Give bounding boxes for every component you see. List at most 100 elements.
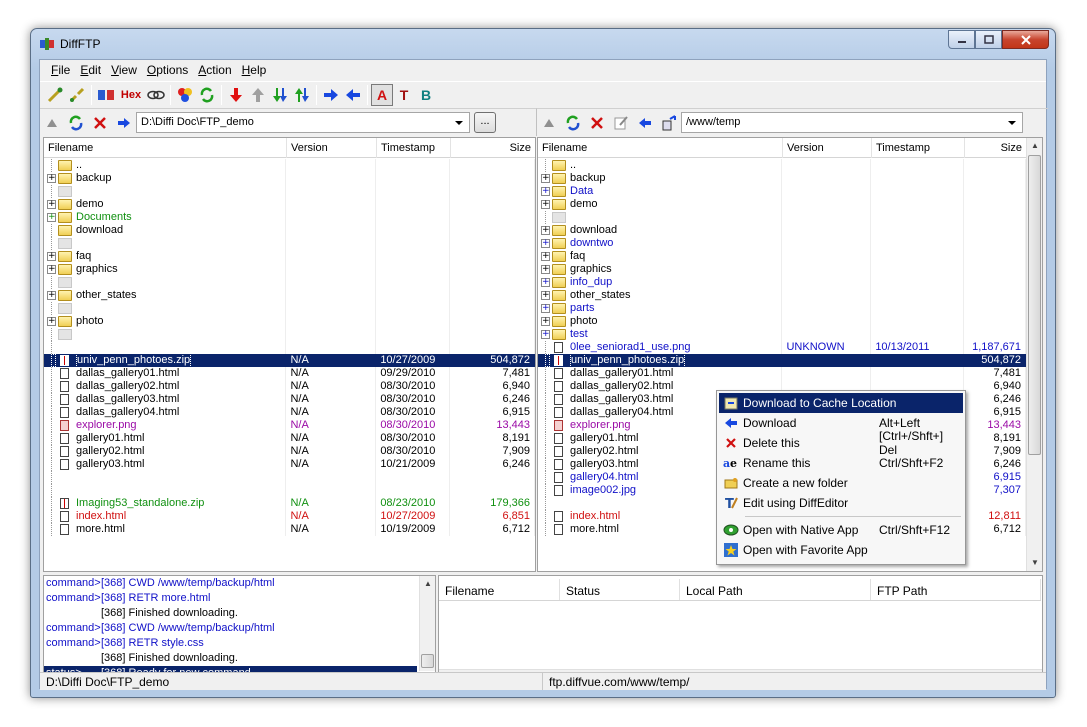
- remote-up-button[interactable]: [537, 112, 561, 134]
- local-refresh-button[interactable]: [64, 112, 88, 134]
- file-row[interactable]: gallery02.html N/A 08/30/2010 7,909: [44, 445, 535, 458]
- file-row[interactable]: dallas_gallery02.html N/A 08/30/2010 6,940: [44, 380, 535, 393]
- scroll-thumb[interactable]: [421, 654, 434, 668]
- expand-toggle-icon[interactable]: +: [541, 330, 550, 339]
- file-row[interactable]: + photo: [44, 315, 535, 328]
- file-row[interactable]: [538, 211, 1027, 224]
- scroll-thumb[interactable]: [1028, 155, 1041, 455]
- file-row[interactable]: + photo: [538, 315, 1027, 328]
- chevron-down-icon[interactable]: [455, 121, 463, 125]
- expand-toggle-icon[interactable]: +: [541, 226, 550, 235]
- remote-edit-button[interactable]: [609, 112, 633, 134]
- expand-toggle-icon[interactable]: +: [541, 252, 550, 261]
- binary-compare-button[interactable]: [145, 84, 167, 106]
- file-row[interactable]: + graphics: [538, 263, 1027, 276]
- file-row[interactable]: dallas_gallery03.html N/A 08/30/2010 6,246: [44, 393, 535, 406]
- local-go-button[interactable]: [112, 112, 136, 134]
- binary-mode-button[interactable]: B: [415, 84, 437, 106]
- file-row[interactable]: gallery03.html N/A 10/21/2009 6,246: [44, 458, 535, 471]
- command-log[interactable]: ▲ command>[368] CWD /www/temp/backup/htm…: [43, 575, 436, 687]
- menu-view[interactable]: View: [106, 60, 142, 80]
- file-row[interactable]: + backup: [44, 172, 535, 185]
- local-path-combo[interactable]: D:\Diffi Doc\FTP_demo: [136, 112, 470, 133]
- title-bar[interactable]: DiffFTP: [31, 29, 1055, 59]
- context-menu-item-open-with-native-app[interactable]: Open with Native App Ctrl/Shft+F12: [719, 520, 963, 540]
- copy-right-button[interactable]: [320, 84, 342, 106]
- maximize-button[interactable]: [975, 30, 1002, 49]
- file-row[interactable]: index.html N/A 10/27/2009 6,851: [44, 510, 535, 523]
- file-row[interactable]: + other_states: [538, 289, 1027, 302]
- color-options-button[interactable]: [174, 84, 196, 106]
- file-row[interactable]: + demo: [538, 198, 1027, 211]
- remote-stop-button[interactable]: [585, 112, 609, 134]
- expand-toggle-icon[interactable]: +: [47, 252, 56, 261]
- file-row[interactable]: [44, 302, 535, 315]
- file-row[interactable]: [44, 341, 535, 354]
- file-row[interactable]: [44, 471, 535, 484]
- file-row[interactable]: download: [44, 224, 535, 237]
- queue-col-ftp-path[interactable]: FTP Path: [871, 579, 1041, 600]
- context-menu-item-open-with-favorite-app[interactable]: Open with Favorite App: [719, 540, 963, 560]
- file-row[interactable]: explorer.png N/A 08/30/2010 13,443: [44, 419, 535, 432]
- file-row[interactable]: + Documents: [44, 211, 535, 224]
- file-row[interactable]: + downtwo: [538, 237, 1027, 250]
- connect-button[interactable]: [44, 84, 66, 106]
- browse-button[interactable]: ...: [474, 112, 496, 133]
- prev-change-button[interactable]: [291, 84, 313, 106]
- ascii-mode-button[interactable]: A: [371, 83, 393, 106]
- refresh-button[interactable]: [196, 84, 218, 106]
- col-filename[interactable]: Filename: [538, 138, 783, 158]
- transfer-queue[interactable]: Filename Status Local Path FTP Path ◀ II…: [438, 575, 1043, 687]
- expand-toggle-icon[interactable]: +: [47, 291, 56, 300]
- menu-edit[interactable]: Edit: [75, 60, 106, 80]
- menu-file[interactable]: File: [46, 60, 75, 80]
- context-menu-item-rename-this[interactable]: a e Rename this Ctrl/Shft+F2: [719, 453, 963, 473]
- expand-toggle-icon[interactable]: +: [541, 265, 550, 274]
- scroll-down-icon[interactable]: ▼: [1027, 555, 1042, 571]
- expand-toggle-icon[interactable]: +: [47, 200, 56, 209]
- remote-sync-button[interactable]: [657, 112, 681, 134]
- file-row[interactable]: Imaging53_standalone.zip N/A 08/23/2010 179…: [44, 497, 535, 510]
- remote-refresh-button[interactable]: [561, 112, 585, 134]
- remote-path-combo[interactable]: /www/temp: [681, 112, 1023, 133]
- expand-toggle-icon[interactable]: +: [541, 174, 550, 183]
- copy-left-button[interactable]: [342, 84, 364, 106]
- queue-col-local-path[interactable]: Local Path: [680, 579, 871, 600]
- context-menu-item-edit-using-diffeditor[interactable]: T Edit using DiffEditor: [719, 493, 963, 513]
- context-menu-item-delete-this[interactable]: Delete this [Ctrl+/Shft+] Del: [719, 429, 963, 457]
- expand-toggle-icon[interactable]: +: [541, 200, 550, 209]
- file-row[interactable]: gallery01.html N/A 08/30/2010 8,191: [44, 432, 535, 445]
- next-diff-button[interactable]: [225, 84, 247, 106]
- file-row[interactable]: [44, 185, 535, 198]
- col-filename[interactable]: Filename: [44, 138, 287, 158]
- local-up-button[interactable]: [40, 112, 64, 134]
- col-version[interactable]: Version: [783, 138, 872, 158]
- file-row[interactable]: [44, 484, 535, 497]
- file-row[interactable]: ..: [44, 159, 535, 172]
- file-row[interactable]: + demo: [44, 198, 535, 211]
- context-menu-item-create-a-new-folder[interactable]: Create a new folder: [719, 473, 963, 493]
- expand-toggle-icon[interactable]: +: [541, 291, 550, 300]
- file-row[interactable]: [44, 276, 535, 289]
- file-row[interactable]: dallas_gallery04.html N/A 08/30/2010 6,915: [44, 406, 535, 419]
- local-file-pane[interactable]: Filename Version Timestamp Size .. + backu…: [43, 137, 536, 572]
- text-mode-button[interactable]: T: [393, 84, 415, 106]
- next-change-button[interactable]: [269, 84, 291, 106]
- file-row[interactable]: + info_dup: [538, 276, 1027, 289]
- col-timestamp[interactable]: Timestamp: [377, 138, 451, 158]
- file-row[interactable]: + graphics: [44, 263, 535, 276]
- file-row[interactable]: univ_penn_photoes.zip N/A 10/27/2009 504,87…: [44, 354, 535, 367]
- prev-diff-button[interactable]: [247, 84, 269, 106]
- file-row[interactable]: [44, 237, 535, 250]
- queue-col-filename[interactable]: Filename: [439, 579, 560, 600]
- col-version[interactable]: Version: [287, 138, 377, 158]
- menu-help[interactable]: Help: [237, 60, 272, 80]
- expand-toggle-icon[interactable]: +: [541, 239, 550, 248]
- expand-toggle-icon[interactable]: +: [47, 265, 56, 274]
- expand-toggle-icon[interactable]: +: [47, 174, 56, 183]
- file-row[interactable]: + test: [538, 328, 1027, 341]
- scroll-up-icon[interactable]: ▲: [420, 576, 435, 592]
- remote-go-button[interactable]: [633, 112, 657, 134]
- disconnect-button[interactable]: [66, 84, 88, 106]
- file-row[interactable]: + parts: [538, 302, 1027, 315]
